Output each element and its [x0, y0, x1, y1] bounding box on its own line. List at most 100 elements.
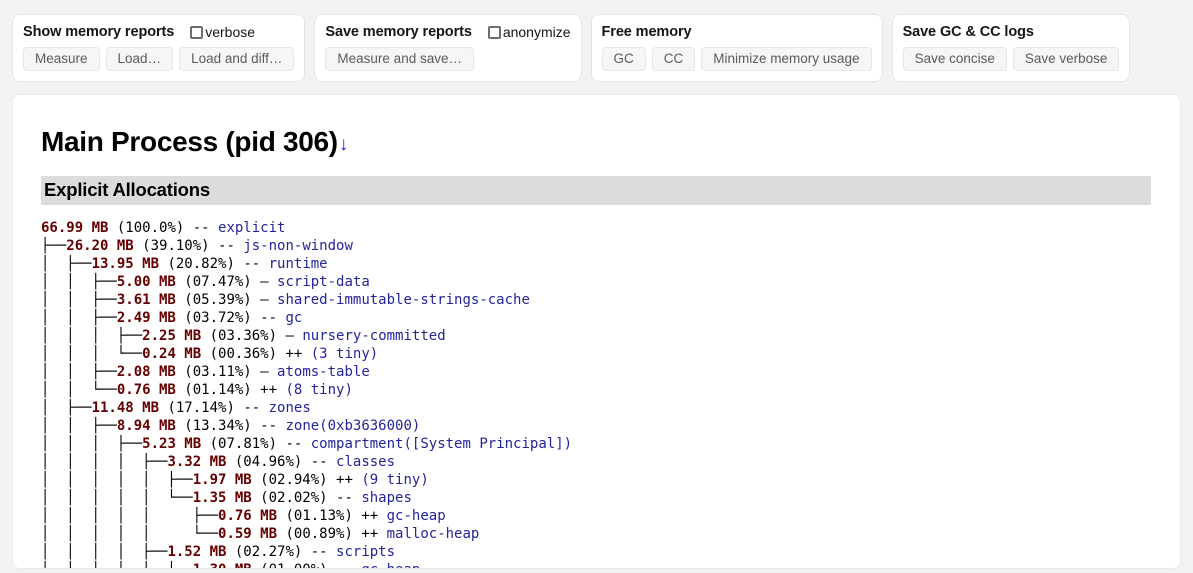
- memory-tree: 66.99 MB (100.0%) -- explicit ├──26.20 MB…: [41, 219, 1180, 568]
- tree-row[interactable]: │ │ ├──3.61 MB (05.39%) — shared-immutab…: [41, 291, 1180, 309]
- card-title: Save GC & CC logs: [902, 24, 1034, 40]
- measure-button[interactable]: Measure: [23, 47, 100, 71]
- card-title: Free memory: [601, 24, 692, 40]
- tree-percent: (03.36%): [201, 328, 286, 344]
- tree-amount: 2.25 MB: [142, 328, 202, 344]
- tree-percent: (13.34%): [175, 418, 261, 434]
- tree-node-name[interactable]: shapes: [353, 490, 412, 506]
- tree-gutter: │ │ └──: [41, 382, 117, 398]
- cc-button[interactable]: CC: [651, 47, 696, 71]
- tree-node-name[interactable]: explicit: [210, 220, 285, 236]
- button-row: Measure and save…: [325, 47, 570, 71]
- tree-row[interactable]: │ │ │ │ ├──3.32 MB (04.96%) -- classes: [41, 453, 1180, 471]
- tree-amount: 1.30 MB: [193, 562, 252, 568]
- tree-node-name[interactable]: gc-heap: [353, 562, 420, 568]
- tree-row[interactable]: │ │ │ │ │ ├──1.97 MB (02.94%) ++ (9 tiny…: [41, 471, 1180, 489]
- load-button[interactable]: Load…: [105, 47, 174, 71]
- tree-separator: —: [260, 364, 269, 380]
- tree-node-name[interactable]: (9 tiny): [353, 472, 428, 488]
- tree-separator: --: [243, 256, 261, 272]
- tree-node-name[interactable]: classes: [328, 454, 395, 470]
- tree-node-name[interactable]: gc-heap: [378, 508, 446, 524]
- button-row: Measure Load… Load and diff…: [23, 47, 295, 71]
- tree-row[interactable]: │ │ │ ├──5.23 MB (07.81%) -- compartment…: [41, 435, 1180, 453]
- anonymize-checkbox[interactable]: [487, 25, 501, 39]
- tree-node-name[interactable]: scripts: [328, 544, 395, 560]
- tree-node-name[interactable]: script-data: [269, 274, 370, 290]
- tree-separator: ++: [336, 472, 353, 488]
- download-arrow-icon[interactable]: ↓: [339, 134, 349, 155]
- tree-row[interactable]: │ │ │ │ │ └──0.59 MB (00.89%) ++ malloc-…: [41, 525, 1180, 543]
- tree-node-name[interactable]: compartment([System Principal]): [302, 436, 572, 452]
- tree-amount: 3.32 MB: [167, 454, 227, 470]
- tree-row[interactable]: │ ├──13.95 MB (20.82%) -- runtime: [41, 255, 1180, 273]
- tree-node-name[interactable]: atoms-table: [269, 364, 370, 380]
- tree-row[interactable]: 66.99 MB (100.0%) -- explicit: [41, 219, 1180, 237]
- tree-separator: --: [218, 238, 235, 254]
- minimize-memory-usage-button[interactable]: Minimize memory usage: [701, 47, 872, 71]
- tree-node-name[interactable]: (8 tiny): [277, 382, 352, 398]
- tree-node-name[interactable]: shared-immutable-strings-cache: [269, 292, 530, 308]
- verbose-checkbox[interactable]: [190, 25, 204, 39]
- tree-gutter: │ │ │ │ │ ├──: [41, 562, 193, 568]
- save-gc-cc-logs-card: Save GC & CC logs Save concise Save verb…: [891, 14, 1131, 82]
- tree-separator: --: [310, 454, 328, 470]
- tree-separator: --: [310, 544, 328, 560]
- tree-node-name[interactable]: malloc-heap: [378, 526, 480, 542]
- tree-node-name[interactable]: runtime: [260, 256, 328, 272]
- tree-node-name[interactable]: js-non-window: [235, 238, 353, 254]
- tree-row[interactable]: │ │ ├──5.00 MB (07.47%) — script-data: [41, 273, 1180, 291]
- tree-row[interactable]: │ │ │ │ │ ├──0.76 MB (01.13%) ++ gc-heap: [41, 507, 1180, 525]
- tree-gutter: │ ├──: [41, 256, 92, 272]
- tree-percent: (05.39%): [175, 292, 261, 308]
- tree-separator: --: [260, 310, 278, 326]
- tree-amount: 1.35 MB: [192, 490, 252, 506]
- tree-gutter: │ │ │ │ ├──: [41, 454, 168, 470]
- tree-gutter: │ │ │ ├──: [41, 436, 143, 452]
- tree-row[interactable]: │ │ │ ├──2.25 MB (03.36%) — nursery-comm…: [41, 327, 1180, 345]
- tree-node-name[interactable]: zone(0xb3636000): [277, 418, 420, 434]
- tree-separator: ++: [285, 346, 303, 362]
- tree-row[interactable]: ├──26.20 MB (39.10%) -- js-non-window: [41, 237, 1180, 255]
- tree-row[interactable]: │ │ └──0.76 MB (01.14%) ++ (8 tiny): [41, 381, 1180, 399]
- tree-node-name[interactable]: (3 tiny): [302, 346, 378, 362]
- tree-percent: (17.14%): [159, 400, 244, 416]
- tree-percent: (03.11%): [175, 364, 261, 380]
- tree-row[interactable]: │ │ │ │ │ └──1.35 MB (02.02%) -- shapes: [41, 489, 1180, 507]
- gc-button[interactable]: GC: [601, 47, 646, 71]
- card-header: Free memory: [602, 23, 872, 41]
- tree-separator: ++: [361, 526, 379, 542]
- load-and-diff-button[interactable]: Load and diff…: [179, 47, 295, 71]
- save-memory-reports-card: Save memory reports anonymize Measure an…: [314, 14, 582, 82]
- measure-and-save-button[interactable]: Measure and save…: [325, 47, 474, 71]
- tree-node-name[interactable]: nursery-committed: [294, 328, 445, 344]
- tree-separator: ++: [361, 508, 379, 524]
- save-concise-button[interactable]: Save concise: [902, 47, 1007, 71]
- tree-amount: 0.76 MB: [116, 382, 176, 398]
- tree-gutter: │ │ ├──: [41, 274, 117, 290]
- verbose-checkbox-wrap[interactable]: verbose: [190, 24, 255, 40]
- tree-row[interactable]: │ │ ├──8.94 MB (13.34%) -- zone(0xb36360…: [41, 417, 1180, 435]
- tree-gutter: │ │ ├──: [41, 292, 117, 308]
- tree-percent: (02.02%): [251, 490, 337, 506]
- tree-separator: —: [260, 292, 269, 308]
- card-title: Save memory reports: [325, 24, 472, 40]
- tree-amount: 5.00 MB: [116, 274, 176, 290]
- tree-row[interactable]: │ │ │ │ │ ├──1.30 MB (01.00%) -- gc-heap: [41, 561, 1180, 568]
- tree-node-name[interactable]: gc: [277, 310, 302, 326]
- anonymize-checkbox-wrap[interactable]: anonymize: [487, 24, 571, 40]
- tree-row[interactable]: │ ├──11.48 MB (17.14%) -- zones: [41, 399, 1180, 417]
- tree-percent: (20.82%): [159, 256, 244, 272]
- tree-amount: 0.24 MB: [142, 346, 202, 362]
- tree-percent: (00.89%): [277, 526, 362, 542]
- tree-node-name[interactable]: zones: [260, 400, 311, 416]
- tree-row[interactable]: │ │ │ │ ├──1.52 MB (02.27%) -- scripts: [41, 543, 1180, 561]
- tree-row[interactable]: │ │ ├──2.49 MB (03.72%) -- gc: [41, 309, 1180, 327]
- tree-gutter: │ │ │ └──: [41, 346, 143, 362]
- tree-row[interactable]: │ │ ├──2.08 MB (03.11%) — atoms-table: [41, 363, 1180, 381]
- save-verbose-button[interactable]: Save verbose: [1012, 47, 1120, 71]
- tree-separator: --: [243, 400, 261, 416]
- tree-gutter: ├──: [41, 238, 67, 254]
- tree-percent: (02.27%): [226, 544, 311, 560]
- tree-row[interactable]: │ │ │ └──0.24 MB (00.36%) ++ (3 tiny): [41, 345, 1180, 363]
